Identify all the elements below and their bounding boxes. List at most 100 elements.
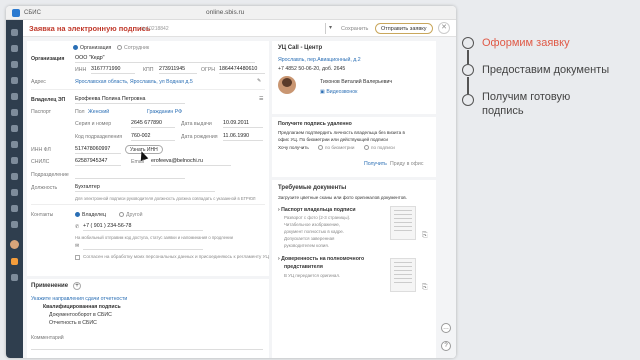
radio-selected-icon (75, 212, 80, 217)
application-title: Применение (31, 283, 69, 289)
email-field[interactable]: erofeeva@belnochi.ru (151, 157, 231, 166)
kpp-field[interactable]: 273911945 (159, 65, 197, 74)
inn-field[interactable]: 3167771990 (91, 65, 135, 74)
divider (31, 204, 265, 205)
issue-date-label: Дата выдачи (181, 121, 212, 127)
org-label: Организация (31, 56, 65, 62)
divider (31, 89, 265, 90)
inn-label: ИНН (75, 67, 87, 73)
sidebar-reports-icon[interactable] (11, 125, 18, 132)
gender-link[interactable]: Женский (88, 109, 109, 115)
org-radio[interactable]: Организация (73, 45, 111, 51)
signature-radio[interactable]: по подписи (364, 145, 395, 150)
doc-desc: Читабельное изображение, (284, 222, 341, 227)
sidebar-search-icon[interactable] (11, 45, 18, 52)
attach-icon[interactable]: ⎘ (422, 284, 428, 292)
sidebar-retail-icon[interactable] (11, 189, 18, 196)
radio-icon (117, 45, 122, 50)
issue-date-field[interactable]: 10.09.2011 (223, 119, 263, 128)
help-icon[interactable]: ? (441, 341, 451, 351)
consent-checkbox[interactable] (75, 255, 80, 260)
position-field[interactable]: Бухгалтер (75, 183, 215, 192)
sidebar-tasks-icon[interactable] (11, 109, 18, 116)
right-toolbar: … ? (438, 41, 454, 358)
address-bar[interactable]: online.sbis.ru (206, 9, 244, 16)
request-form: Организация Сотрудник Организация ООО "К… (27, 41, 269, 276)
list-icon[interactable]: ☰ (259, 96, 264, 102)
sidebar-extra-icon[interactable] (11, 221, 18, 228)
sidebar-settings-icon[interactable] (11, 274, 18, 281)
page-title: Заявка на электронную подпись (29, 24, 151, 33)
employee-radio[interactable]: Сотрудник (117, 45, 149, 51)
owner-contact-radio[interactable]: Владелец (75, 212, 106, 218)
owner-contact-label: Владелец (82, 212, 106, 218)
app: Заявка на электронную подпись №10218842 … (6, 20, 456, 358)
inn-fl-field[interactable]: 517478060997 (75, 145, 121, 154)
sidebar-avatar[interactable] (10, 240, 19, 249)
remote-signature-card: Получите подпись удаленно Предлагаем под… (272, 117, 436, 177)
ogrn-label: ОГРН (201, 67, 216, 73)
passport-doc-title: › Паспорт владельца подписи (278, 207, 356, 213)
passport-thumbnail[interactable] (390, 206, 416, 240)
step-item: Получим готовую (482, 91, 571, 103)
sidebar-market-icon[interactable] (11, 205, 18, 212)
step-dot-icon (462, 94, 474, 106)
chat-icon[interactable]: … (441, 323, 451, 333)
required-docs-card: Требуемые документы Загрузите цветные ск… (272, 180, 436, 358)
close-icon[interactable]: ✕ (438, 22, 450, 34)
send-request-button[interactable]: Отправить заявку (375, 23, 433, 34)
power-doc-title: › Доверенность на полномочного (278, 256, 365, 262)
radio-icon (318, 145, 323, 150)
sidebar-calendar-icon[interactable] (11, 93, 18, 100)
sidebar-accounting-icon[interactable] (11, 173, 18, 180)
contact-email-field[interactable] (83, 241, 203, 250)
sidebar-contacts-icon[interactable] (11, 77, 18, 84)
other-contact-radio[interactable]: Другой (119, 212, 143, 218)
ogrn-field[interactable]: 1864474480610 (219, 65, 265, 74)
docs-title: Требуемые документы (278, 185, 347, 191)
org-radio-label: Организация (80, 45, 112, 51)
sidebar-notifications-icon[interactable] (11, 258, 18, 265)
remote-text: Предлагаем подтвердить личность владельц… (278, 130, 405, 135)
power-thumbnail[interactable] (390, 258, 416, 292)
browser-tab-title[interactable]: СБИС (24, 10, 41, 16)
sidebar-business-icon[interactable] (11, 157, 18, 164)
address-link[interactable]: Ярославская область, Ярославль, ул Водна… (75, 79, 193, 85)
phone-hint: На мобильный отправим код доступа, стату… (75, 235, 233, 240)
add-icon[interactable]: + (73, 282, 81, 290)
phone-field[interactable]: +7 ( 901 ) 234-56-78 (83, 222, 203, 231)
video-call-label: Видеозвонок (326, 89, 358, 95)
snils-field[interactable]: 62587945347 (75, 157, 121, 166)
doc-desc: Допускается заверенная (284, 236, 335, 241)
passport-label: Паспорт (31, 109, 52, 115)
chevron-down-icon[interactable]: ▾ (329, 24, 332, 31)
attach-icon[interactable]: ⎘ (422, 232, 428, 240)
reporting-link[interactable]: Укажите направления сдачи отчетности (31, 296, 127, 302)
edit-icon[interactable]: ✎ (257, 78, 261, 84)
sidebar-documents-icon[interactable] (11, 61, 18, 68)
sidebar-staff-icon[interactable] (11, 141, 18, 148)
save-button[interactable]: Сохранить (341, 26, 368, 32)
biometry-radio[interactable]: по биометрии (318, 145, 354, 150)
step-connector (467, 77, 469, 94)
sidebar-menu-icon[interactable] (11, 29, 18, 36)
video-call-link[interactable]: ▣ Видеозвонок (320, 89, 357, 95)
center-address[interactable]: Ярославль, пер.Авиационный, д.2 (278, 57, 361, 63)
inn-fl-label: ИНН ФЛ (31, 147, 51, 153)
signature-label: по подписи (371, 145, 395, 150)
org-name-field[interactable]: ООО "Кедр" (75, 54, 255, 63)
owner-field[interactable]: Ерофеева Полина Петровна (75, 95, 185, 104)
citizenship-link[interactable]: Гражданин РФ (147, 109, 182, 115)
remote-text: офис УЦ. По биометрии или действующей по… (278, 137, 388, 142)
series-field[interactable]: 2645 677890 (131, 119, 175, 128)
dept-field[interactable]: 760-002 (131, 132, 175, 141)
get-button[interactable]: Получить (364, 161, 387, 167)
docs-subtitle: Загрузите цветные сканы или фото оригина… (278, 195, 407, 200)
application-item: Отчетность в СБИС (49, 320, 97, 326)
passport-doc-label: Паспорт владельца подписи (281, 207, 356, 213)
doc-desc: Разворот с фото (2-3 страницы). (284, 215, 351, 220)
office-button[interactable]: Приду в офис (390, 161, 423, 167)
birth-field[interactable]: 11.06.1990 (223, 132, 263, 141)
comment-field[interactable] (31, 341, 263, 350)
division-field[interactable] (75, 170, 185, 179)
